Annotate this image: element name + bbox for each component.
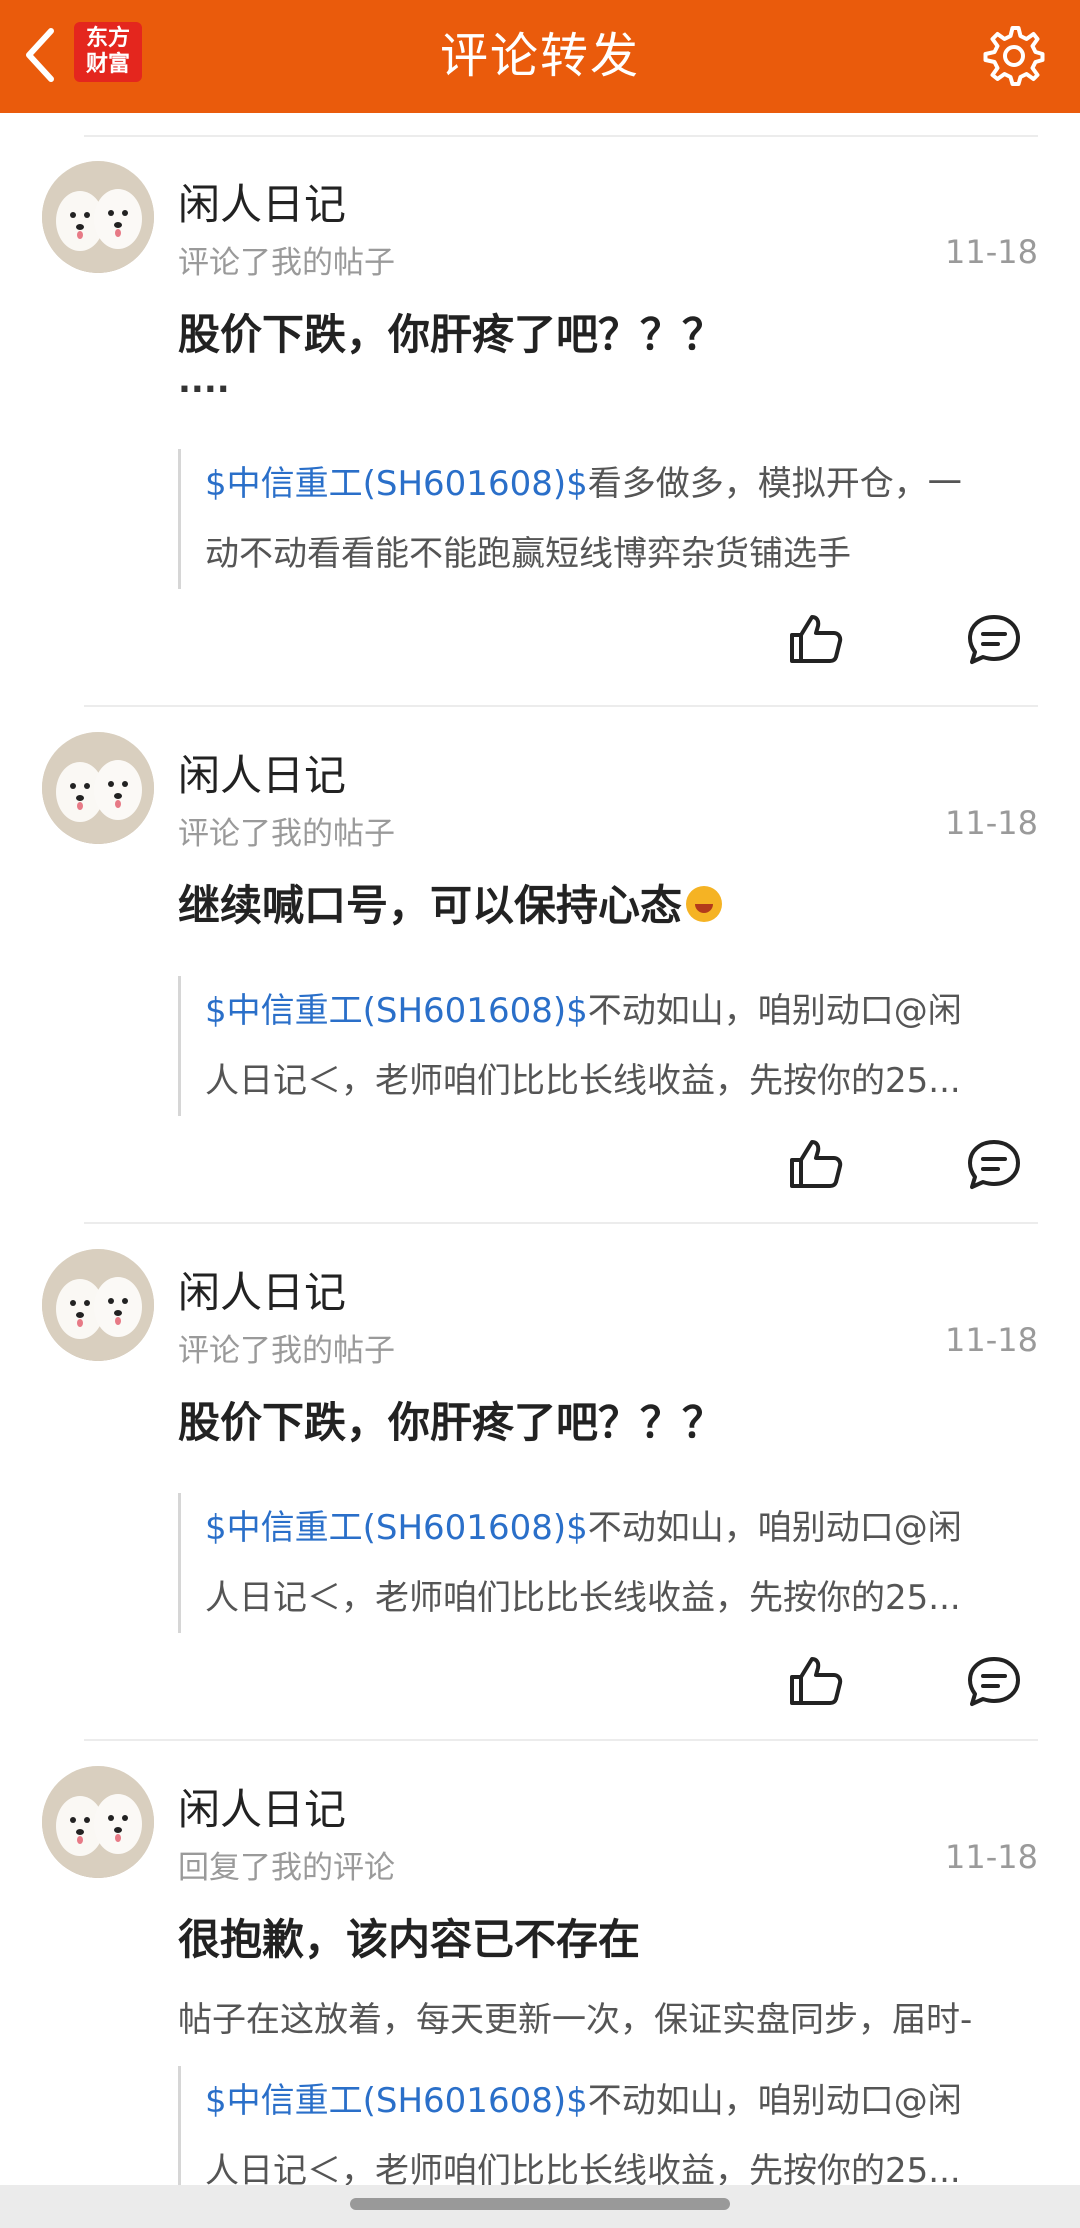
comment-bubble-icon — [968, 1657, 1020, 1706]
action-text: 评论了我的帖子 — [178, 1333, 395, 1369]
dog-avatar-image — [42, 1766, 154, 1878]
notification-item[interactable]: 闲人日记 评论了我的帖子 11-18 股价下跌，你肝疼了吧？？？ .... $中… — [0, 161, 1080, 761]
quote-line-1: $中信重工(SH601608)$不动如山，咱别动口@闲 — [205, 976, 1038, 1046]
date: 11-18 — [945, 233, 1038, 271]
gear-icon — [983, 26, 1045, 86]
quote-text: 看多做多，模拟开仓，一 — [587, 464, 962, 504]
divider — [84, 1739, 1038, 1741]
quote-line-2: 人日记＜，老师咱们比比长线收益，先按你的25... — [205, 1578, 961, 1618]
thumbs-up-icon — [790, 1140, 843, 1188]
date: 11-18 — [945, 1321, 1038, 1359]
quote-text: 不动如山，咱别动口@闲 — [587, 1508, 962, 1548]
action-text: 评论了我的帖子 — [178, 816, 395, 852]
quote-text: 不动如山，咱别动口@闲 — [587, 2081, 962, 2121]
stock-link[interactable]: $中信重工(SH601608)$ — [205, 2081, 588, 2121]
quote-line-1: $中信重工(SH601608)$不动如山，咱别动口@闲 — [205, 2066, 1038, 2136]
action-text: 回复了我的评论 — [178, 1850, 395, 1886]
like-button[interactable] — [784, 1649, 848, 1713]
dog-avatar-image — [42, 161, 154, 273]
user-name[interactable]: 闲人日记 — [178, 1776, 346, 1837]
comment-text[interactable]: 很抱歉，该内容已不存在 — [178, 1906, 1038, 1967]
reply-button[interactable] — [962, 1649, 1026, 1713]
comment-bubble-icon — [968, 1140, 1020, 1189]
comment-row[interactable]: 继续喊口号，可以保持心态 — [178, 872, 1038, 933]
stock-link[interactable]: $中信重工(SH601608)$ — [205, 464, 588, 504]
quote-line-2: 人日记＜，老师咱们比比长线收益，先按你的25... — [205, 1061, 961, 1101]
quoted-post[interactable]: $中信重工(SH601608)$不动如山，咱别动口@闲 人日记＜，老师咱们比比长… — [178, 2066, 1038, 2185]
reply-text[interactable]: 帖子在这放着，每天更新一次，保证实盘同步，届时- — [178, 1992, 1038, 2041]
quote-text: 不动如山，咱别动口@闲 — [587, 991, 962, 1031]
user-name[interactable]: 闲人日记 — [178, 171, 346, 232]
home-indicator[interactable] — [350, 2198, 730, 2210]
comment-text: 继续喊口号，可以保持心态 — [178, 881, 683, 930]
thumbs-up-icon — [790, 615, 843, 663]
divider — [84, 1222, 1038, 1224]
avatar[interactable] — [42, 732, 154, 844]
laughing-emoji-icon — [686, 886, 723, 922]
comment-feed[interactable]: 闲人日记 评论了我的帖子 11-18 股价下跌，你肝疼了吧？？？ .... $中… — [0, 113, 1080, 2185]
user-name[interactable]: 闲人日记 — [178, 1259, 346, 1320]
dog-avatar-image — [42, 732, 154, 844]
dog-avatar-image — [42, 1249, 154, 1361]
page-title: 评论转发 — [439, 28, 640, 84]
thumbs-up-icon — [790, 1657, 843, 1705]
quote-line-2: 人日记＜，老师咱们比比长线收益，先按你的25... — [205, 2151, 961, 2185]
avatar[interactable] — [42, 1249, 154, 1361]
quoted-post[interactable]: $中信重工(SH601608)$不动如山，咱别动口@闲 人日记＜，老师咱们比比长… — [178, 976, 1038, 1116]
notification-item[interactable]: 闲人日记 评论了我的帖子 11-18 股价下跌，你肝疼了吧？？？ $中信重工(S… — [0, 1249, 1080, 1749]
quote-line-1: $中信重工(SH601608)$看多做多，模拟开仓，一 — [205, 449, 1038, 519]
avatar[interactable] — [42, 161, 154, 273]
comment-text-extra: .... — [178, 361, 230, 401]
divider — [84, 135, 1038, 137]
like-button[interactable] — [784, 1132, 848, 1196]
quoted-post[interactable]: $中信重工(SH601608)$不动如山，咱别动口@闲 人日记＜，老师咱们比比长… — [178, 1493, 1038, 1633]
comment-bubble-icon — [968, 615, 1020, 664]
quoted-post[interactable]: $中信重工(SH601608)$看多做多，模拟开仓，一 动不动看看能不能跑赢短线… — [178, 449, 1038, 589]
notification-item[interactable]: 闲人日记 评论了我的帖子 11-18 继续喊口号，可以保持心态 $中信重工(SH… — [0, 732, 1080, 1232]
system-navigation-bar — [0, 2185, 1080, 2228]
divider — [84, 705, 1038, 707]
settings-button[interactable] — [976, 18, 1052, 94]
comment-text[interactable]: 股价下跌，你肝疼了吧？？？ — [178, 1389, 1038, 1450]
app-header: 东方 财富 评论转发 — [0, 0, 1080, 113]
action-text: 评论了我的帖子 — [178, 245, 395, 281]
stock-link[interactable]: $中信重工(SH601608)$ — [205, 991, 588, 1031]
avatar[interactable] — [42, 1766, 154, 1878]
notification-item[interactable]: 闲人日记 回复了我的评论 11-18 很抱歉，该内容已不存在 帖子在这放着，每天… — [0, 1766, 1080, 2185]
reply-button[interactable] — [962, 607, 1026, 671]
stock-link[interactable]: $中信重工(SH601608)$ — [205, 1508, 588, 1548]
like-button[interactable] — [784, 607, 848, 671]
date: 11-18 — [945, 1838, 1038, 1876]
user-name[interactable]: 闲人日记 — [178, 742, 346, 803]
comment-text[interactable]: 股价下跌，你肝疼了吧？？？ — [178, 301, 1038, 362]
date: 11-18 — [945, 804, 1038, 842]
quote-line-1: $中信重工(SH601608)$不动如山，咱别动口@闲 — [205, 1493, 1038, 1563]
quote-line-2: 动不动看看能不能跑赢短线博弈杂货铺选手 — [205, 534, 851, 574]
reply-button[interactable] — [962, 1132, 1026, 1196]
